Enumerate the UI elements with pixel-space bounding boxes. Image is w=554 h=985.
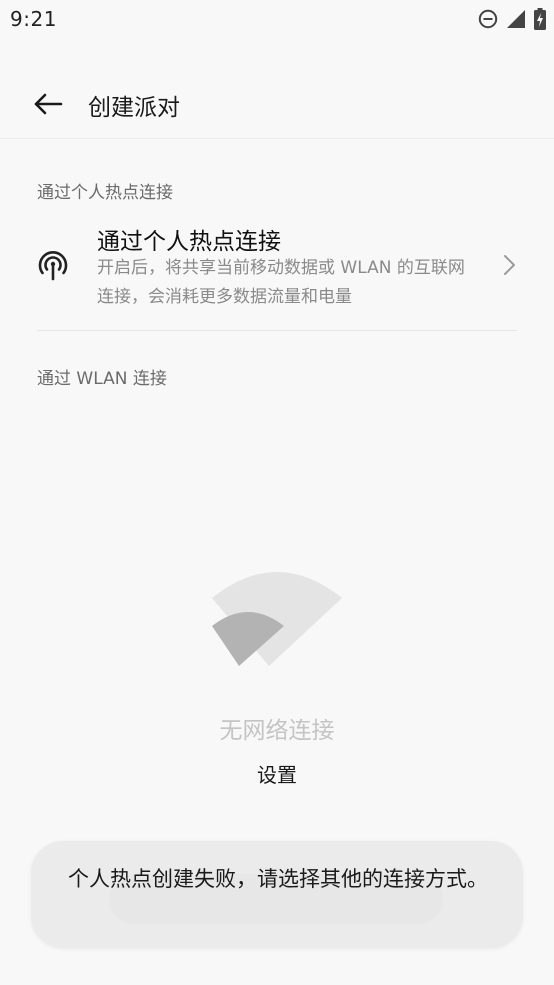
back-button[interactable]	[30, 86, 66, 122]
divider	[37, 330, 517, 331]
empty-state-text: 无网络连接	[219, 718, 335, 744]
hotspot-item-title: 通过个人热点连接	[97, 229, 281, 255]
battery-charging-icon	[534, 8, 546, 30]
do-not-disturb-icon	[478, 9, 498, 29]
hotspot-connect-item[interactable]: 通过个人热点连接 开启后，将共享当前移动数据或 WLAN 的互联网连接，会消耗更…	[0, 210, 554, 320]
status-time: 9:21	[10, 7, 57, 31]
arrow-left-icon	[34, 93, 63, 115]
cellular-signal-icon	[507, 10, 525, 28]
toast-message: 个人热点创建失败，请选择其他的连接方式。	[68, 867, 488, 891]
wifi-off-icon	[212, 572, 342, 666]
toast: 个人热点创建失败，请选择其他的连接方式。	[31, 841, 523, 948]
page-title: 创建派对	[88, 95, 180, 121]
hotspot-icon	[38, 251, 68, 281]
section-header-hotspot: 通过个人热点连接	[37, 183, 173, 203]
status-bar: 9:21	[0, 0, 554, 40]
hotspot-item-description: 开启后，将共享当前移动数据或 WLAN 的互联网连接，会消耗更多数据流量和电量	[97, 258, 465, 307]
chevron-right-icon	[504, 255, 515, 275]
status-icons	[478, 8, 546, 30]
settings-button[interactable]: 设置	[237, 759, 317, 788]
section-header-wlan: 通过 WLAN 连接	[37, 369, 167, 389]
screen: 9:21 创建派对 通过个人热点连接 通过个人热点连接 开启后，将共享当前移动数…	[0, 0, 554, 985]
app-bar: 创建派对	[0, 68, 554, 139]
